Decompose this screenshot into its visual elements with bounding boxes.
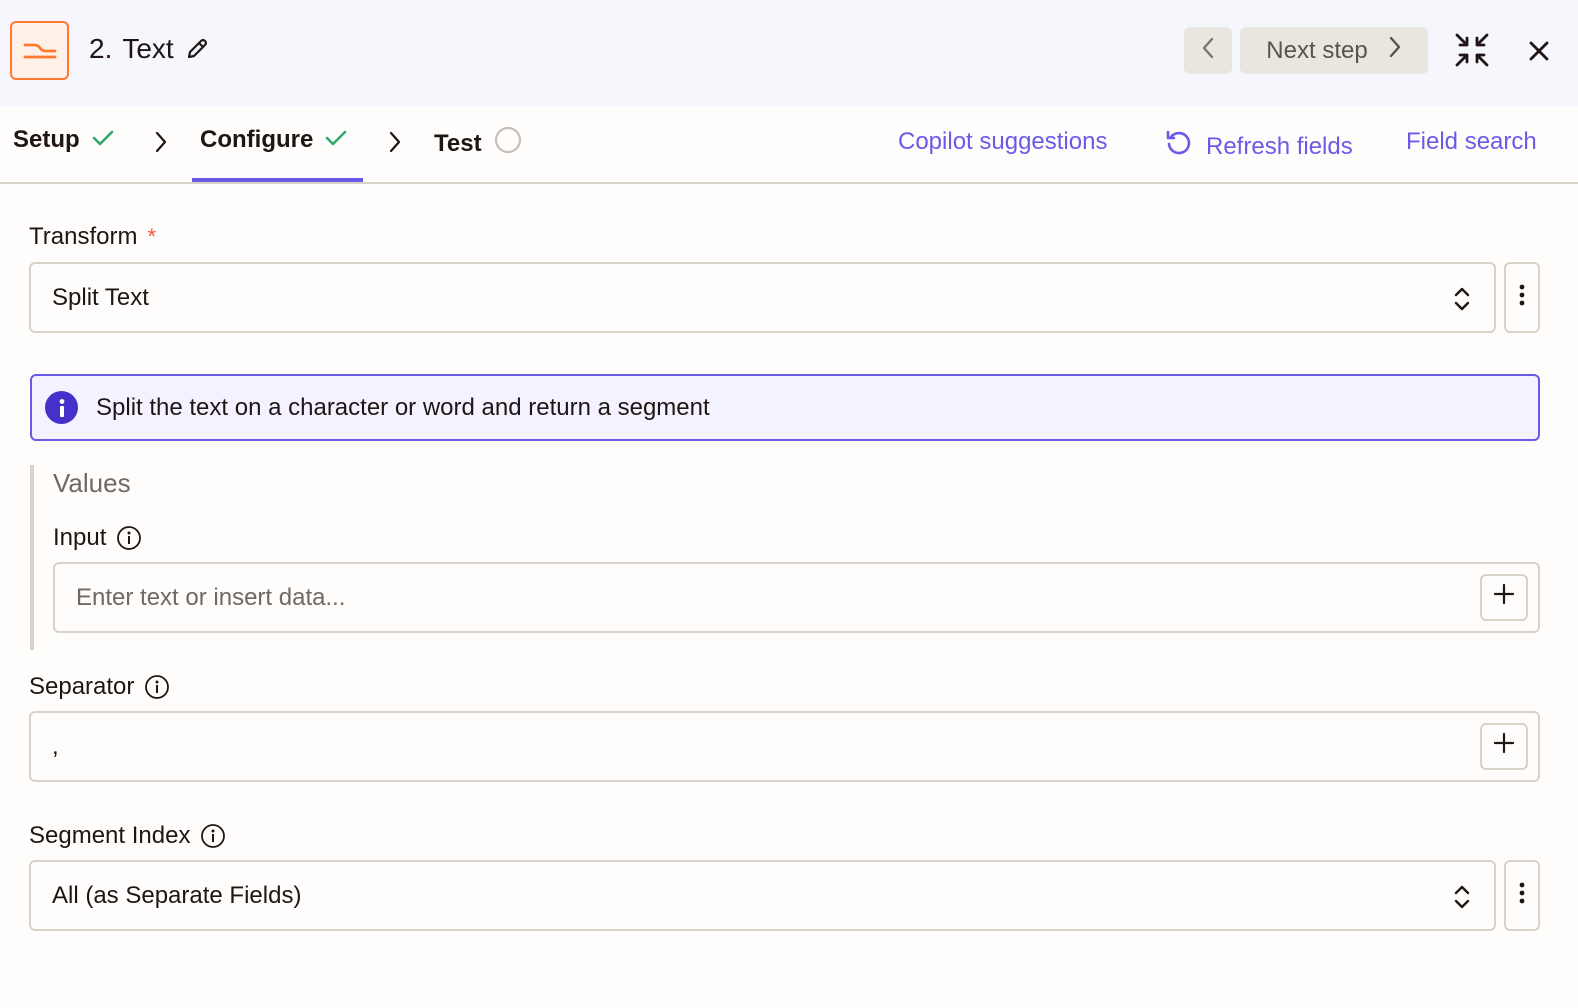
segment-index-select[interactable]: All (as Separate Fields) — [29, 860, 1496, 931]
required-mark: * — [147, 224, 157, 249]
chevron-right-icon — [386, 130, 404, 154]
separator-value: , — [52, 732, 59, 760]
insert-data-button[interactable] — [1480, 574, 1528, 621]
check-icon — [325, 126, 347, 154]
copilot-suggestions-label: Copilot suggestions — [898, 128, 1108, 155]
check-icon — [92, 126, 114, 154]
tab-configure-label: Configure — [200, 126, 314, 153]
tab-test[interactable]: Test — [434, 126, 522, 161]
next-step-button[interactable]: Next step — [1240, 27, 1428, 74]
input-placeholder: Enter text or insert data... — [76, 583, 346, 611]
insert-data-button[interactable] — [1480, 723, 1528, 770]
text-transform-icon — [10, 21, 69, 80]
transform-info-banner: Split the text on a character or word an… — [30, 374, 1540, 441]
transform-value: Split Text — [52, 283, 149, 311]
info-text: Split the text on a character or word an… — [96, 393, 710, 421]
kebab-icon — [1519, 881, 1525, 910]
segment-index-label-text: Segment Index — [29, 822, 191, 849]
kebab-icon — [1519, 283, 1525, 312]
field-search-link[interactable]: Field search — [1406, 128, 1537, 156]
transform-more-button[interactable] — [1504, 262, 1540, 333]
input-label: Input — [53, 524, 142, 552]
next-step-label: Next step — [1266, 36, 1368, 64]
chevron-right-icon — [1388, 36, 1402, 65]
plus-icon — [1493, 732, 1515, 761]
copilot-suggestions-link[interactable]: Copilot suggestions — [898, 128, 1107, 156]
circle-icon — [494, 126, 522, 161]
segment-index-value: All (as Separate Fields) — [52, 881, 302, 909]
separator-label-text: Separator — [29, 673, 135, 700]
input-field[interactable]: Enter text or insert data... — [53, 562, 1540, 633]
plus-icon — [1493, 583, 1515, 612]
previous-step-button[interactable] — [1184, 27, 1232, 74]
input-label-text: Input — [53, 524, 107, 551]
updown-icon — [1452, 882, 1472, 912]
active-tab-indicator — [192, 178, 363, 182]
segment-index-more-button[interactable] — [1504, 860, 1540, 931]
pencil-icon[interactable] — [184, 36, 210, 62]
values-group-title: Values — [53, 468, 131, 498]
info-icon — [45, 391, 78, 424]
chevron-left-icon — [1201, 37, 1215, 64]
close-icon[interactable] — [1522, 34, 1556, 68]
tab-setup-label: Setup — [13, 126, 80, 153]
step-number: 2. — [89, 33, 113, 64]
collapse-icon[interactable] — [1452, 30, 1492, 70]
transform-label: Transform * — [29, 223, 156, 251]
refresh-fields-label: Refresh fields — [1206, 132, 1353, 160]
updown-icon — [1452, 284, 1472, 314]
step-tabs: Setup Configure Test Copilot suggestions — [0, 106, 1578, 184]
segment-index-label: Segment Index — [29, 822, 226, 850]
refresh-icon — [1164, 128, 1194, 165]
info-icon[interactable] — [144, 674, 170, 700]
separator-label: Separator — [29, 673, 170, 701]
tab-setup[interactable]: Setup — [13, 126, 114, 154]
step-title[interactable]: 2. Text — [89, 33, 210, 65]
info-icon[interactable] — [200, 823, 226, 849]
tab-test-label: Test — [434, 129, 482, 157]
transform-label-text: Transform — [29, 223, 138, 250]
info-icon[interactable] — [116, 525, 142, 551]
separator-field[interactable]: , — [29, 711, 1540, 782]
chevron-right-icon — [152, 130, 170, 154]
transform-select[interactable]: Split Text — [29, 262, 1496, 333]
refresh-fields-link[interactable]: Refresh fields — [1164, 128, 1353, 165]
step-name: Text — [122, 33, 174, 64]
step-header: 2. Text Next step — [0, 0, 1578, 106]
field-search-label: Field search — [1406, 128, 1537, 155]
tab-configure[interactable]: Configure — [200, 126, 347, 154]
